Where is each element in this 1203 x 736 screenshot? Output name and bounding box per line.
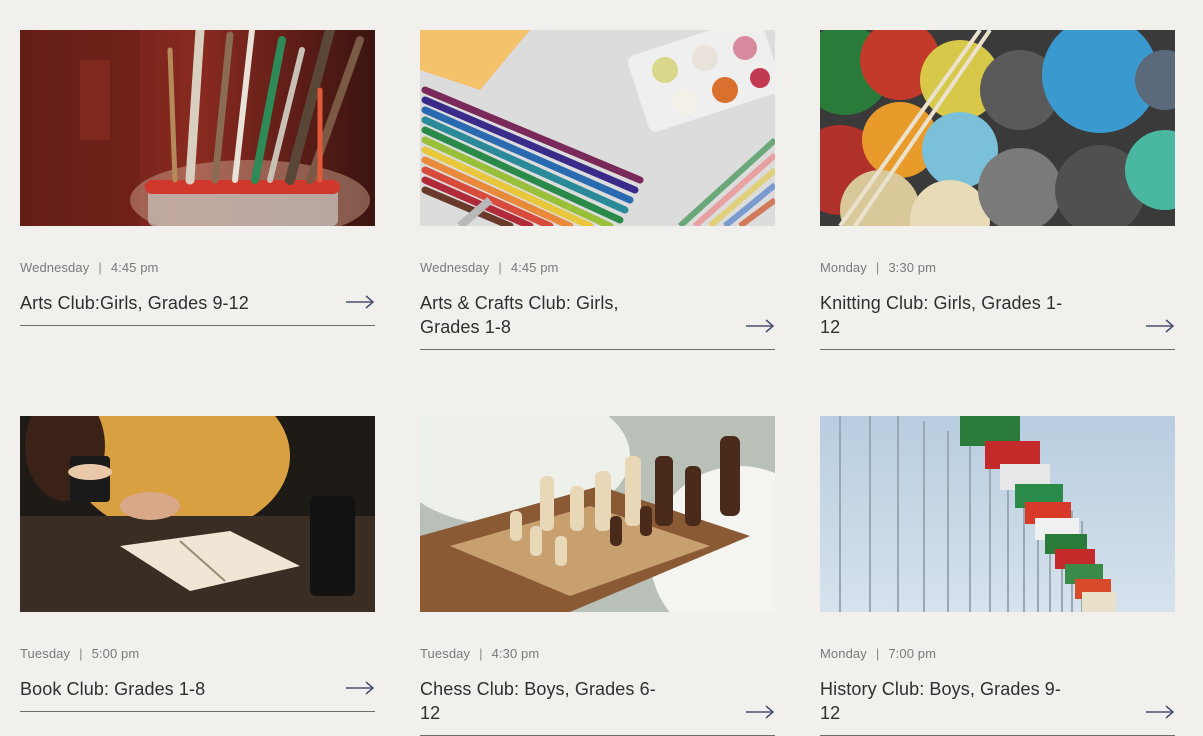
schedule-separator: | — [498, 260, 502, 275]
club-day: Wednesday — [20, 260, 90, 275]
schedule-separator: | — [98, 260, 102, 275]
club-time: 5:00 pm — [91, 646, 140, 661]
club-time: 4:45 pm — [110, 260, 159, 275]
schedule-separator: | — [875, 260, 880, 275]
club-image-yarn[interactable] — [820, 30, 1175, 226]
club-schedule: Monday | 7:00 pm — [820, 646, 1175, 662]
schedule-separator: | — [875, 646, 880, 661]
club-title-row[interactable]: Chess Club: Boys, Grades 6-12 — [420, 677, 775, 736]
schedule-separator: | — [79, 646, 83, 661]
club-card[interactable]: Wednesday | 4:45 pm Arts & Crafts Club: Gi… — [420, 30, 775, 350]
club-title[interactable]: Knitting Club: Girls, Grades 1-12 — [820, 291, 1065, 339]
club-schedule: Wednesday | 4:45 pm — [420, 260, 775, 276]
club-day: Tuesday — [20, 646, 71, 661]
club-title[interactable]: Arts & Crafts Club: Girls, Grades 1-8 — [420, 291, 665, 339]
club-day: Tuesday — [420, 646, 471, 661]
club-card[interactable]: Tuesday | 5:00 pm Book Club: Grades 1-8 — [20, 416, 375, 712]
club-time: 4:45 pm — [510, 260, 559, 275]
club-time: 4:30 pm — [491, 646, 540, 661]
club-schedule: Monday | 3:30 pm — [820, 260, 1175, 276]
arrow-right-icon[interactable] — [1145, 319, 1175, 333]
club-day: Monday — [820, 260, 867, 275]
schedule-separator: | — [479, 646, 483, 661]
club-day: Wednesday — [420, 260, 490, 275]
club-card[interactable]: Monday | 7:00 pm History Club: Boys, Grade… — [820, 416, 1175, 736]
club-title[interactable]: Book Club: Grades 1-8 — [20, 677, 265, 701]
club-time: 3:30 pm — [888, 260, 937, 275]
club-time: 7:00 pm — [888, 646, 937, 661]
club-title[interactable]: History Club: Boys, Grades 9-12 — [820, 677, 1065, 725]
club-title-row[interactable]: Book Club: Grades 1-8 — [20, 677, 375, 712]
club-schedule: Wednesday | 4:45 pm — [20, 260, 375, 276]
club-schedule: Tuesday | 4:30 pm — [420, 646, 775, 662]
arrow-right-icon[interactable] — [345, 681, 375, 695]
arrow-right-icon[interactable] — [745, 705, 775, 719]
club-schedule: Tuesday | 5:00 pm — [20, 646, 375, 662]
club-image-pencils[interactable] — [420, 30, 775, 226]
club-card[interactable]: Wednesday | 4:45 pm Arts Club:Girls, Grade… — [20, 30, 375, 326]
club-image-paintbrushes[interactable] — [20, 30, 375, 226]
arrow-right-icon[interactable] — [345, 295, 375, 309]
club-title-row[interactable]: Arts & Crafts Club: Girls, Grades 1-8 — [420, 291, 775, 350]
club-title-row[interactable]: Knitting Club: Girls, Grades 1-12 — [820, 291, 1175, 350]
club-image-book[interactable] — [20, 416, 375, 612]
club-card[interactable]: Tuesday | 4:30 pm Chess Club: Boys, Grades… — [420, 416, 775, 736]
arrow-right-icon[interactable] — [745, 319, 775, 333]
club-title-row[interactable]: History Club: Boys, Grades 9-12 — [820, 677, 1175, 736]
club-title[interactable]: Chess Club: Boys, Grades 6-12 — [420, 677, 665, 725]
club-title-row[interactable]: Arts Club:Girls, Grades 9-12 — [20, 291, 375, 326]
arrow-right-icon[interactable] — [1145, 705, 1175, 719]
club-title[interactable]: Arts Club:Girls, Grades 9-12 — [20, 291, 265, 315]
club-image-flags[interactable] — [820, 416, 1175, 612]
club-card[interactable]: Monday | 3:30 pm Knitting Club: Girls, Gra… — [820, 30, 1175, 350]
club-image-chess[interactable] — [420, 416, 775, 612]
club-day: Monday — [820, 646, 867, 661]
